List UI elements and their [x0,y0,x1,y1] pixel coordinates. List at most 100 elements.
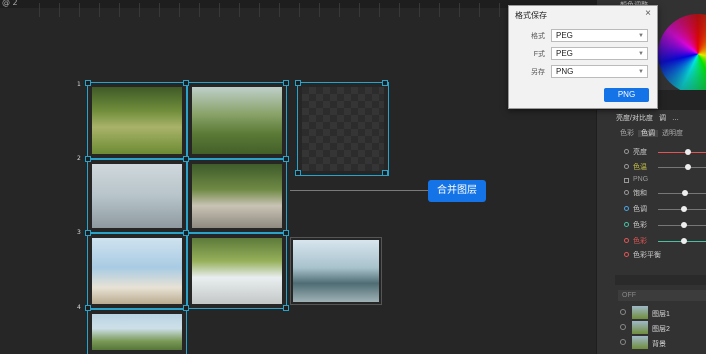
adjustment-row[interactable]: 色彩 [622,219,706,231]
adjustment-label: 饱和 [633,190,647,197]
resize-handle[interactable] [283,305,289,311]
eye-icon[interactable] [620,339,626,345]
photo-boy-on-bench [192,164,282,228]
layer-thumbnail [632,306,648,319]
resize-handle[interactable] [283,156,289,162]
adjustment-row[interactable]: PNG [622,175,706,187]
adjustment-row[interactable]: 色温 [622,161,706,173]
eye-icon[interactable] [620,324,626,330]
adjustment-row[interactable]: 色调 [622,203,706,215]
resize-handle[interactable] [85,156,91,162]
row-index-label: 3 [77,229,81,236]
resize-handle[interactable] [295,170,301,176]
layers-search-input[interactable]: OFF [618,290,706,301]
layer-thumbnail [632,321,648,334]
layers-toolbar [615,275,706,285]
dialog-row: 格式 PEG ▼ [509,29,659,43]
resize-handle[interactable] [85,80,91,86]
row-index-label: 4 [77,304,81,311]
row-index-label: 2 [77,155,81,162]
adjustment-label: 色彩 [633,238,647,245]
grid-cell-1[interactable] [87,82,187,159]
tab-more[interactable]: … [672,115,679,122]
adjustment-subrow: 色彩 色调 透明度 [620,128,687,138]
format-select[interactable]: PEG ▼ [551,47,648,60]
grid-cell-empty[interactable] [297,82,389,176]
select-value: PEG [556,31,573,40]
save-format-dialog: 格式保存 × 格式 PEG ▼ F式 PEG ▼ 另存 PNG ▼ PNG [508,5,658,109]
resize-handle[interactable] [295,80,301,86]
resize-handle[interactable] [283,230,289,236]
transparent-checker [302,87,384,171]
dialog-row-label: F式 [533,51,545,58]
grid-cell-5[interactable] [87,233,187,309]
photo-girl-in-garden [92,87,182,154]
layer-item[interactable]: 图层2 [618,321,706,335]
adjustment-label: 色彩 [633,222,647,229]
adjustment-row[interactable]: 色彩平衡 [622,249,706,261]
resize-handle[interactable] [183,80,189,86]
tab-adjust[interactable]: 调 [659,115,666,122]
layer-name: 背景 [652,341,666,348]
save-png-button[interactable]: PNG [604,88,649,102]
grid-cell-3[interactable] [87,159,187,233]
layer-name: 图层2 [652,326,670,333]
layer-thumbnail [632,336,648,349]
horizontal-ruler [20,3,500,17]
dialog-row: 另存 PNG ▼ [509,65,659,79]
radio-icon [624,190,629,195]
layer-item[interactable]: 图层1 [618,306,706,320]
adjustment-label: 色温 [633,164,647,171]
resize-handle[interactable] [382,170,388,176]
select-value: PEG [556,49,573,58]
resize-handle[interactable] [382,80,388,86]
slider-track[interactable] [658,152,706,153]
slider-knob[interactable] [681,206,687,212]
slider-knob[interactable] [681,222,687,228]
slider-knob[interactable] [685,149,691,155]
photo-boy-portrait [192,238,282,304]
format-select[interactable]: PNG ▼ [551,65,648,78]
grid-cell-6[interactable] [187,233,287,309]
merge-layers-button[interactable]: 合并图层 [428,180,486,202]
adjustment-row[interactable]: 饱和 [622,187,706,199]
adjustment-row[interactable]: 亮度 [622,146,706,158]
dialog-row-label: 格式 [531,33,545,40]
resize-handle[interactable] [85,305,91,311]
checkbox-icon [624,178,629,183]
slider-knob[interactable] [682,190,688,196]
resize-handle[interactable] [183,230,189,236]
resize-handle[interactable] [283,80,289,86]
photo-girl-by-lake [293,240,379,302]
grid-cell-8[interactable] [87,309,187,354]
resize-handle[interactable] [183,305,189,311]
grid-cell-2[interactable] [187,82,287,159]
slider-knob[interactable] [681,238,687,244]
resize-handle[interactable] [85,230,91,236]
subrow-color[interactable]: 色彩 [620,130,634,137]
grid-cell-4[interactable] [187,159,287,233]
adjustment-label: 色彩平衡 [633,252,661,259]
subrow-hue[interactable]: 色调 [638,130,658,137]
subrow-opacity[interactable]: 透明度 [662,130,683,137]
slider-track[interactable] [658,167,706,168]
grid-cell-7[interactable] [290,237,382,305]
dialog-row: F式 PEG ▼ [509,47,659,61]
tab-brightness-contrast[interactable]: 亮度/对比度 [616,115,653,122]
adjustment-row[interactable]: 色彩 [622,235,706,247]
radio-icon [624,238,629,243]
radio-icon [624,149,629,154]
adjustment-label: 色调 [633,206,647,213]
photo-girl-outdoor [92,314,182,350]
radio-icon [624,252,629,257]
dialog-row-label: 另存 [531,69,545,76]
radio-icon [624,164,629,169]
dialog-title: 格式保存 [515,11,547,20]
eye-icon[interactable] [620,309,626,315]
format-select[interactable]: PEG ▼ [551,29,648,42]
resize-handle[interactable] [183,156,189,162]
close-icon[interactable]: × [645,8,651,19]
slider-knob[interactable] [685,164,691,170]
layer-item[interactable]: 背景 [618,336,706,350]
chevron-down-icon: ▼ [638,51,644,57]
